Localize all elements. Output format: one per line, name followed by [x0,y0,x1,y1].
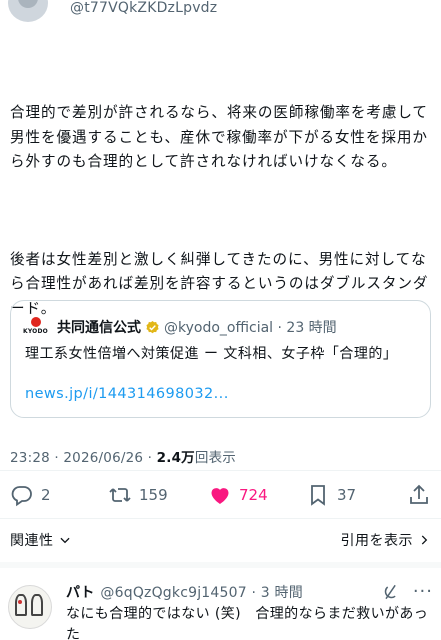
action-bar: 2 159 724 37 [0,480,441,510]
share-icon [410,484,428,504]
bookmark-count: 37 [337,486,357,504]
section-divider [0,562,441,568]
author-row: @t77VQkZKDzLpvdz [0,0,441,24]
views-label: 回表示 [194,450,236,466]
reply-text: なにも合理的ではない (笑) 合理的ならまだ救いがあった [66,606,429,640]
quoted-post-header: KYODO 共同通信公式 @kyodo_official · 23 時間 [23,317,337,337]
post-paragraph-1: 合理的で差別が許されるなら、将来の医師稼働率を考慮して男性を優遇することも、産休… [10,104,428,170]
sort-related-button[interactable]: 関連性 [10,530,72,550]
post-time-date: 23:28 · 2026/06/26 · [10,450,157,466]
bookmark-button[interactable]: 37 [306,480,356,510]
post-meta: 23:28 · 2026/06/26 · 2.4万回表示 [10,446,236,466]
verified-badge-icon [146,320,159,333]
kyodo-logo: KYODO [23,317,49,337]
quoted-author-name[interactable]: 共同通信公式 [57,317,141,337]
show-quotes-label: 引用を表示 [340,533,413,549]
quoted-handle-time: @kyodo_official · 23 時間 [164,320,337,336]
author-avatar[interactable] [8,0,48,22]
like-count: 724 [239,486,268,504]
share-button[interactable] [407,480,431,510]
reply-handle-time: @6qQzQgkc9j14507 · 3 時間 [100,585,303,601]
sort-related-label: 関連性 [10,533,54,549]
bookmark-icon [311,485,325,506]
repost-button[interactable]: 159 [108,480,168,510]
quoted-post-text: 理工系女性倍増へ対策促進 ー 文科相、女子枠「合理的」 [25,346,398,362]
heart-filled-icon [211,488,229,504]
reply-post[interactable]: パト @6qQzQgkc9j14507 · 3 時間 ··· なにも合理的ではな… [0,575,441,640]
reply-avatar[interactable] [8,585,52,629]
quoted-post-link[interactable]: news.jp/i/144314698032... [25,386,229,402]
divider [0,518,441,519]
show-quotes-button[interactable]: 引用を表示 [341,530,432,550]
views-count: 2.4万 [156,450,195,466]
reply-author-name[interactable]: パト [66,582,94,602]
author-handle[interactable]: @t77VQkZKDzLpvdz [70,0,217,16]
repost-icon [109,488,131,502]
like-button[interactable]: 724 [208,480,268,510]
reply-header: パト @6qQzQgkc9j14507 · 3 時間 [66,582,303,602]
divider [0,470,441,471]
reply-count: 2 [41,486,51,504]
quoted-post-card[interactable]: KYODO 共同通信公式 @kyodo_official · 23 時間 理工系… [10,300,431,418]
chevron-down-icon [59,537,70,544]
grok-icon[interactable] [381,582,401,602]
kyodo-logo-text: KYODO [23,328,48,335]
reply-button[interactable]: 2 [10,480,51,510]
chevron-right-icon [421,535,428,545]
repost-count: 159 [139,486,168,504]
more-options-icon[interactable]: ··· [413,581,433,602]
reply-icon [11,486,32,507]
